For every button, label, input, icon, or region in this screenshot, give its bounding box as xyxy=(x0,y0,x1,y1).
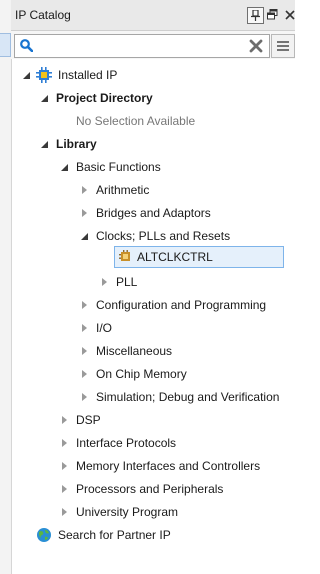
tree-label: No Selection Available xyxy=(76,114,196,128)
tree-label: PLL xyxy=(116,275,138,289)
tree-item-bridges[interactable]: Bridges and Adaptors xyxy=(11,203,295,223)
chevron-expanded-icon[interactable] xyxy=(61,164,68,171)
float-window-icon[interactable] xyxy=(265,7,280,22)
panel-title: IP Catalog xyxy=(15,8,71,22)
tree-label: DSP xyxy=(76,413,101,427)
ip-core-icon xyxy=(119,250,132,266)
tree-item-clocks[interactable]: Clocks; PLLs and Resets xyxy=(11,226,295,246)
tree-item-dsp[interactable]: DSP xyxy=(11,410,295,430)
tree-item-university[interactable]: University Program xyxy=(11,502,295,522)
tree-label: Simulation; Debug and Verification xyxy=(96,390,280,404)
tree-label: On Chip Memory xyxy=(96,367,187,381)
chevron-right-icon[interactable] xyxy=(62,462,67,470)
tree-item-processors[interactable]: Processors and Peripherals xyxy=(11,479,295,499)
chevron-expanded-icon[interactable] xyxy=(41,95,48,102)
chevron-right-icon[interactable] xyxy=(82,324,87,332)
globe-icon xyxy=(36,527,52,549)
tree-item-altclkctrl[interactable]: ALTCLKCTRL xyxy=(114,246,284,268)
chevron-expanded-icon[interactable] xyxy=(81,233,88,240)
close-icon[interactable] xyxy=(282,7,297,22)
tree-label: Project Directory xyxy=(56,91,153,105)
tree-item-pll[interactable]: PLL xyxy=(11,272,295,292)
chevron-right-icon[interactable] xyxy=(82,393,87,401)
tree-item-installed-ip[interactable]: Installed IP xyxy=(11,65,295,85)
tree-item-basic-functions[interactable]: Basic Functions xyxy=(11,157,295,177)
pin-icon[interactable] xyxy=(247,7,264,24)
chevron-right-icon[interactable] xyxy=(102,278,107,286)
tree-item-simulation[interactable]: Simulation; Debug and Verification xyxy=(11,387,295,407)
tree-label: I/O xyxy=(96,321,113,335)
chevron-right-icon[interactable] xyxy=(82,301,87,309)
left-dock-tab[interactable] xyxy=(0,33,11,57)
tree-label: Basic Functions xyxy=(76,160,161,174)
tree-label: Interface Protocols xyxy=(76,436,177,450)
tree-item-memory-interfaces[interactable]: Memory Interfaces and Controllers xyxy=(11,456,295,476)
chevron-right-icon[interactable] xyxy=(82,209,87,217)
tree-label: Configuration and Programming xyxy=(96,298,267,312)
tree-label: Search for Partner IP xyxy=(58,528,171,542)
tree-item-no-selection: No Selection Available xyxy=(11,111,295,131)
chevron-expanded-icon[interactable] xyxy=(23,72,30,79)
panel-titlebar: IP Catalog xyxy=(11,0,295,31)
clear-icon[interactable] xyxy=(249,39,263,53)
tree-item-arithmetic[interactable]: Arithmetic xyxy=(11,180,295,200)
chevron-expanded-icon[interactable] xyxy=(41,141,48,148)
tree-item-io[interactable]: I/O xyxy=(11,318,295,338)
chevron-right-icon[interactable] xyxy=(62,508,67,516)
tree-label: Clocks; PLLs and Resets xyxy=(96,229,231,243)
tree-item-partner-ip[interactable]: Search for Partner IP xyxy=(11,525,295,545)
search-box xyxy=(14,34,270,58)
tree-label: Processors and Peripherals xyxy=(76,482,224,496)
search-input[interactable] xyxy=(39,36,239,54)
chevron-right-icon[interactable] xyxy=(62,439,67,447)
tree-label: Library xyxy=(56,137,97,151)
chevron-right-icon[interactable] xyxy=(62,485,67,493)
chevron-right-icon[interactable] xyxy=(82,186,87,194)
tree-label: Installed IP xyxy=(58,68,118,82)
tree-item-on-chip-memory[interactable]: On Chip Memory xyxy=(11,364,295,384)
tree-label: Memory Interfaces and Controllers xyxy=(76,459,261,473)
tree-label: Arithmetic xyxy=(96,183,150,197)
search-bar xyxy=(11,31,295,59)
tree-item-misc[interactable]: Miscellaneous xyxy=(11,341,295,361)
tree-item-config-programming[interactable]: Configuration and Programming xyxy=(11,295,295,315)
chevron-right-icon[interactable] xyxy=(82,347,87,355)
tree-label: Miscellaneous xyxy=(96,344,173,358)
chevron-right-icon[interactable] xyxy=(82,370,87,378)
tree-label: University Program xyxy=(76,505,179,519)
tree-label: ALTCLKCTRL xyxy=(137,250,213,264)
menu-icon[interactable] xyxy=(271,34,295,58)
chevron-right-icon[interactable] xyxy=(62,416,67,424)
installed-ip-icon xyxy=(36,67,52,89)
search-icon xyxy=(20,39,34,53)
tree-label: Bridges and Adaptors xyxy=(96,206,211,220)
tree-item-library[interactable]: Library xyxy=(11,134,295,154)
tree-item-interface-protocols[interactable]: Interface Protocols xyxy=(11,433,295,453)
tree-item-project-directory[interactable]: Project Directory xyxy=(11,88,295,108)
